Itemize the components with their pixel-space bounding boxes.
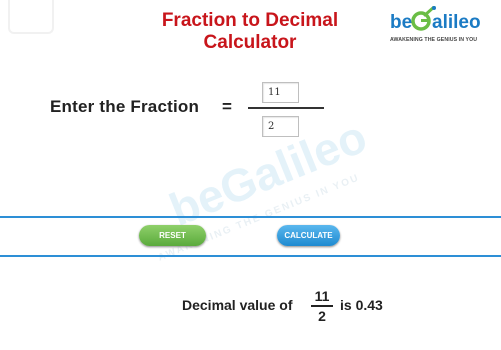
result-numerator: 11 xyxy=(314,288,330,304)
logo-tagline: AWAKENING THE GENIUS IN YOU xyxy=(390,37,478,43)
title-line-1: Fraction to Decimal xyxy=(161,10,339,31)
result-value: is 0.43 xyxy=(340,297,383,313)
result-fraction: 11 2 xyxy=(311,288,333,324)
begalileo-logo: be alileo AWAKENING THE GENIUS IN YOU xyxy=(388,6,496,48)
enter-fraction-label: Enter the Fraction xyxy=(50,97,200,116)
denominator-input[interactable] xyxy=(262,116,299,137)
result-denominator: 2 xyxy=(318,308,326,324)
calculate-button[interactable]: CALCULATE xyxy=(277,225,340,246)
equals-sign: = xyxy=(222,97,232,116)
logo-wordmark: be alileo xyxy=(390,6,481,33)
divider-bottom xyxy=(0,255,501,257)
reset-button[interactable]: RESET xyxy=(139,225,206,246)
divider-top xyxy=(0,216,501,218)
result-prefix: Decimal value of xyxy=(182,297,293,313)
fraction-bar xyxy=(248,107,324,109)
logo-alileo: alileo xyxy=(432,12,481,33)
page-title: Fraction to Decimal Calculator xyxy=(130,10,370,54)
corner-decoration xyxy=(8,0,54,34)
logo-be: be xyxy=(390,12,412,33)
result-fraction-bar xyxy=(311,305,333,307)
title-line-2: Calculator xyxy=(203,32,297,53)
calculator-page: Fraction to Decimal Calculator be alileo… xyxy=(0,0,501,350)
numerator-input[interactable] xyxy=(262,82,299,103)
